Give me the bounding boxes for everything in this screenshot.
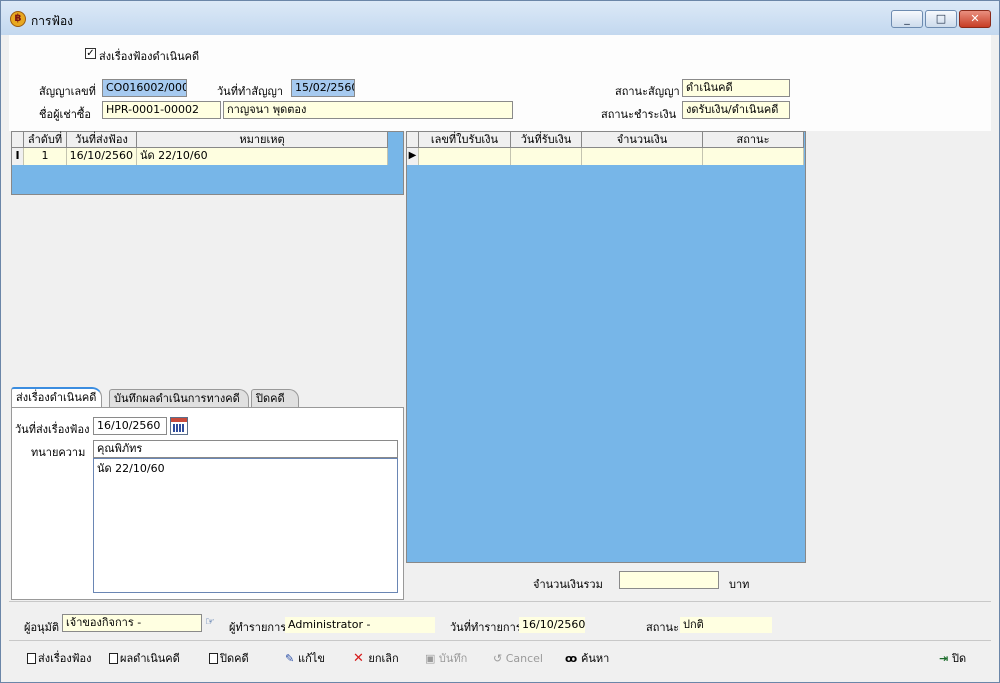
customer-label: ชื่อผู้เช่าซื้อ (39, 108, 91, 121)
row-selector-icon[interactable]: I (12, 148, 24, 165)
transaction-date-field: 16/10/2560 (519, 617, 585, 633)
calendar-icon[interactable] (170, 417, 188, 435)
grid-corner (407, 132, 419, 148)
window: ฿ การฟ้อง _ □ ✕ ✓ ส่งเรื่องฟ้องดำเนินคดี… (0, 0, 1000, 683)
new-doc-icon (27, 653, 36, 664)
tab-panel: วันที่ส่งเรื่องฟ้อง 16/10/2560 ทนายความ … (11, 407, 404, 600)
grid-corner (12, 132, 24, 148)
cancel-th-button-label: ยกเลิก (368, 652, 399, 665)
cancel-th-button[interactable]: ✕ ยกเลิก (353, 650, 399, 668)
case-result-button[interactable]: ผลดำเนินคดี (109, 650, 180, 668)
case-result-button-label: ผลดำเนินคดี (120, 652, 180, 665)
close-case-button[interactable]: ปิดคดี (209, 650, 249, 668)
col-status-header[interactable]: สถานะ (703, 132, 804, 148)
new-doc-icon (209, 653, 218, 664)
close-case-button-label: ปิดคดี (220, 652, 249, 665)
save-button-label: บันทึก (438, 652, 468, 665)
main-panel: ✓ ส่งเรื่องฟ้องดำเนินคดี สัญญาเลขที่ CO0… (9, 35, 991, 675)
contract-date-label: วันที่ทำสัญญา (217, 85, 284, 98)
search-button[interactable]: ꝏ ค้นหา (565, 650, 609, 668)
contract-no-label: สัญญาเลขที่ (39, 85, 96, 98)
send-lawsuit-label: ส่งเรื่องฟ้องดำเนินคดี (99, 50, 200, 63)
send-lawsuit-button-label: ส่งเรื่องฟ้อง (38, 652, 92, 665)
approver-label: ผู้อนุมัติ (24, 621, 59, 634)
divider (9, 640, 991, 641)
send-date-label: วันที่ส่งเรื่องฟ้อง (15, 423, 90, 436)
payment-status-label: สถานะชำระเงิน (601, 108, 677, 121)
table-cell-seq[interactable]: 1 (24, 148, 67, 165)
contract-status-field[interactable]: ดำเนินคดี (682, 79, 790, 97)
search-button-label: ค้นหา (581, 652, 610, 665)
close-window-button[interactable]: ✕ (959, 10, 991, 28)
lawsuit-grid[interactable]: ลำดับที่ วันที่ส่งฟ้อง หมายเหตุ I 1 16/1… (11, 131, 404, 195)
contract-date-field[interactable]: 15/02/2560 (291, 79, 355, 97)
close-form-button-label: ปิด (952, 652, 967, 665)
customer-name-field[interactable]: กาญจนา พุดตอง (223, 101, 513, 119)
contract-no-field[interactable]: CO016002/0004 (102, 79, 187, 97)
window-title: การฟ้อง (31, 14, 74, 28)
table-cell-send-date[interactable]: 16/10/2560 (67, 148, 137, 165)
row-pointer-icon[interactable]: ▶ (407, 148, 419, 165)
edit-button-label: แก้ไข (298, 652, 325, 665)
title-bar: ฿ การฟ้อง _ □ ✕ (1, 1, 999, 35)
tab-send-lawsuit[interactable]: ส่งเรื่องดำเนินคดี (11, 387, 102, 408)
payment-status-field[interactable]: งดรับเงิน/ดำเนินคดี (682, 101, 790, 119)
minimize-button[interactable]: _ (891, 10, 923, 28)
edit-button[interactable]: ✎ แก้ไข (285, 650, 325, 668)
col-receipt-date-header[interactable]: วันที่รับเงิน (511, 132, 582, 148)
exit-door-icon: ⇥ (939, 652, 953, 665)
transaction-date-label: วันที่ทำรายการ (450, 621, 522, 634)
table-cell-receipt-no[interactable] (419, 148, 511, 165)
currency-unit: บาท (729, 578, 750, 591)
lawyer-label: ทนายความ (31, 446, 86, 459)
customer-code-field[interactable]: HPR-0001-00002 (102, 101, 221, 119)
note-textarea[interactable]: นัด 22/10/60 (93, 458, 398, 593)
edit-icon: ✎ (285, 652, 299, 665)
contract-status-label: สถานะสัญญา (615, 85, 680, 98)
undo-icon: ↺ (493, 652, 506, 665)
col-seq-header[interactable]: ลำดับที่ (24, 132, 67, 148)
close-form-button[interactable]: ⇥ ปิด (939, 650, 966, 668)
new-doc-icon (109, 653, 118, 664)
lawyer-input[interactable]: คุณพิภัทร (93, 440, 398, 458)
app-coin-icon: ฿ (10, 11, 26, 27)
red-x-icon: ✕ (353, 651, 369, 666)
table-cell-status[interactable] (703, 148, 804, 165)
lookup-hand-icon[interactable]: ☞ (205, 615, 215, 628)
total-amount-field[interactable] (619, 571, 719, 589)
save-disk-icon: ▣ (425, 652, 439, 665)
send-lawsuit-button[interactable]: ส่งเรื่องฟ้อง (27, 650, 92, 668)
status-field: ปกติ (680, 617, 772, 633)
binoculars-icon: ꝏ (565, 652, 581, 665)
table-cell-amount[interactable] (582, 148, 703, 165)
save-button[interactable]: ▣ บันทึก (425, 650, 467, 668)
tab-close-case[interactable]: ปิดคดี (251, 389, 299, 408)
status-label: สถานะ (646, 621, 679, 634)
col-note-header[interactable]: หมายเหตุ (137, 132, 388, 148)
tab-record-results[interactable]: บันทึกผลดำเนินการทางคดี (109, 389, 249, 408)
col-receipt-no-header[interactable]: เลขที่ใบรับเงิน (419, 132, 511, 148)
cancel-en-button[interactable]: ↺ Cancel (493, 650, 543, 668)
table-cell-receipt-date[interactable] (511, 148, 582, 165)
send-lawsuit-checkbox[interactable]: ✓ (85, 48, 96, 59)
col-send-date-header[interactable]: วันที่ส่งฟ้อง (67, 132, 137, 148)
col-amount-header[interactable]: จำนวนเงิน (582, 132, 703, 148)
send-date-input[interactable]: 16/10/2560 (93, 417, 167, 435)
operator-field: Administrator - (285, 617, 435, 633)
header-area: ✓ ส่งเรื่องฟ้องดำเนินคดี สัญญาเลขที่ CO0… (9, 35, 991, 131)
operator-label: ผู้ทำรายการ (229, 621, 287, 634)
maximize-button[interactable]: □ (925, 10, 957, 28)
table-cell-note[interactable]: นัด 22/10/60 (137, 148, 388, 165)
cancel-en-button-label: Cancel (505, 652, 543, 665)
approver-field[interactable]: เจ้าของกิจการ - (62, 614, 202, 632)
total-amount-label: จำนวนเงินรวม (533, 578, 603, 591)
receipt-grid[interactable]: เลขที่ใบรับเงิน วันที่รับเงิน จำนวนเงิน … (406, 131, 806, 563)
divider (9, 601, 991, 602)
